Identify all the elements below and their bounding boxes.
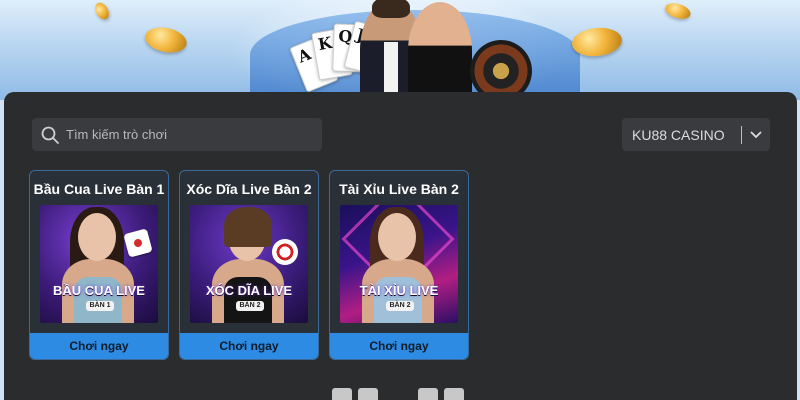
dice-icon	[123, 228, 153, 258]
game-thumbnail[interactable]: XÓC DĨA LIVE BÀN 2	[190, 205, 308, 323]
dealer-hair	[224, 207, 272, 247]
table-badge: BÀN 1	[86, 301, 114, 311]
pagination-right	[418, 388, 464, 400]
play-now-button[interactable]: Chơi ngay	[330, 333, 468, 359]
dealer-face	[378, 213, 416, 261]
pagination-left	[332, 388, 378, 400]
game-card[interactable]: Tài Xỉu Live Bàn 2 TÀI XỈU LIVE BÀN 2 Ch…	[329, 170, 469, 360]
game-logo-text: BẦU CUA LIVE	[53, 283, 145, 298]
gold-coin-icon	[663, 0, 693, 22]
roulette-wheel-image	[470, 40, 532, 100]
casino-banner: A K Q J	[0, 0, 800, 100]
play-now-button[interactable]: Chơi ngay	[180, 333, 318, 359]
game-title: Xóc Dĩa Live Bàn 2	[186, 181, 312, 197]
table-badge: BÀN 2	[236, 301, 264, 311]
pagination-button[interactable]	[358, 388, 378, 400]
search-icon	[41, 126, 59, 144]
gold-coin-icon	[142, 23, 190, 57]
play-now-button[interactable]: Chơi ngay	[30, 333, 168, 359]
dealer-face	[78, 213, 116, 261]
chevron-down-icon[interactable]	[742, 118, 770, 151]
game-logo-text: XÓC DĨA LIVE	[205, 283, 293, 298]
table-badge: BÀN 2	[386, 301, 414, 311]
pagination-button[interactable]	[444, 388, 464, 400]
pagination-button[interactable]	[418, 388, 438, 400]
game-card[interactable]: Bầu Cua Live Bàn 1 BẦU CUA LIVE BÀN 1 Ch…	[29, 170, 169, 360]
game-title: Tài Xỉu Live Bàn 2	[339, 181, 459, 197]
game-thumbnail[interactable]: TÀI XỈU LIVE BÀN 2	[340, 205, 458, 323]
game-logo-text: TÀI XỈU LIVE	[359, 283, 439, 298]
game-card[interactable]: Xóc Dĩa Live Bàn 2 XÓC DĨA LIVE BÀN 2 Ch…	[179, 170, 319, 360]
search-input[interactable]	[66, 127, 306, 142]
provider-selected-value: KU88 CASINO	[632, 126, 725, 143]
gold-coin-icon	[92, 0, 112, 22]
game-title: Bầu Cua Live Bàn 1	[33, 181, 165, 197]
pagination-button[interactable]	[332, 388, 352, 400]
provider-dropdown[interactable]: KU88 CASINO	[622, 118, 770, 151]
chip-icon	[272, 239, 298, 265]
game-lobby-panel: KU88 CASINO Bầu Cua Live Bàn 1 BẦU CUA L…	[4, 92, 797, 400]
search-box[interactable]	[32, 118, 322, 151]
banner-model-woman	[406, 0, 474, 100]
game-thumbnail[interactable]: BẦU CUA LIVE BÀN 1	[40, 205, 158, 323]
